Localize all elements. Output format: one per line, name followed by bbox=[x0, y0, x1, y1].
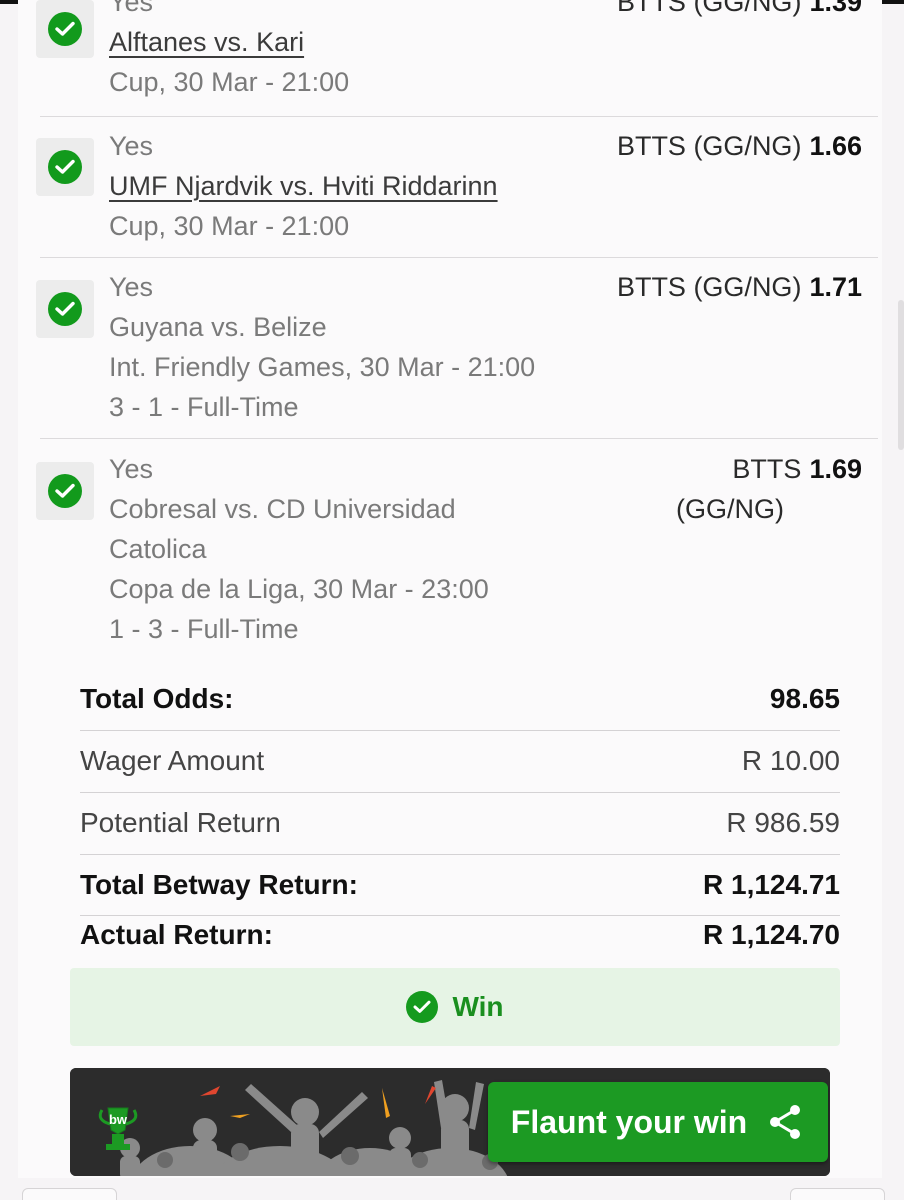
leg-match-link[interactable]: Alftanes vs. Kari bbox=[109, 27, 304, 57]
win-label: Win bbox=[452, 991, 504, 1022]
leg-status-badge bbox=[36, 462, 94, 520]
check-circle-icon bbox=[48, 150, 82, 184]
leg-selection: Yes bbox=[109, 0, 154, 17]
bottom-control-right[interactable] bbox=[790, 1188, 885, 1200]
total-odds-label: Total Odds: bbox=[80, 683, 234, 714]
market-name: BTTS (GG/NG) bbox=[616, 131, 802, 161]
leg-score: 1 - 3 - Full-Time bbox=[109, 614, 299, 644]
leg-market: BTTS (GG/NG) 1.39 bbox=[617, 0, 862, 22]
total-odds-row: Total Odds: 98.65 bbox=[80, 668, 840, 730]
share-icon bbox=[770, 1105, 801, 1139]
win-status-box: Win bbox=[70, 968, 840, 1046]
leg-status-badge bbox=[36, 138, 94, 196]
leg-match: Guyana vs. Belize bbox=[109, 312, 327, 342]
potential-return-row: Potential Return R 986.59 bbox=[80, 792, 840, 854]
leg-competition: Copa de la Liga, 30 Mar - 23:00 bbox=[109, 574, 489, 604]
betway-return-label: Total Betway Return: bbox=[80, 869, 358, 900]
leg-market: BTTS (GG/NG) 1.71 bbox=[617, 267, 862, 307]
flaunt-button-label: Flaunt your win bbox=[510, 1103, 748, 1140]
actual-return-value: R 1,124.70 bbox=[703, 919, 840, 950]
market-name-continued: (GG/NG) bbox=[676, 494, 784, 524]
check-circle-icon bbox=[406, 991, 439, 1023]
leg-market: BTTS 1.69 (GG/NG) bbox=[672, 449, 862, 529]
scrollbar-thumb[interactable] bbox=[898, 300, 904, 450]
leg-score: 3 - 1 - Full-Time bbox=[109, 392, 299, 422]
wager-value: R 10.00 bbox=[741, 745, 840, 776]
leg-odds: 1.66 bbox=[809, 131, 862, 161]
leg-market: BTTS (GG/NG) 1.66 bbox=[617, 126, 862, 166]
market-name: BTTS bbox=[732, 454, 802, 484]
potential-return-label: Potential Return bbox=[80, 807, 281, 838]
market-name: BTTS (GG/NG) bbox=[616, 0, 802, 17]
wager-label: Wager Amount bbox=[80, 745, 265, 776]
leg-details: Yes UMF Njardvik vs. Hviti Riddarinn Cup… bbox=[109, 126, 498, 246]
leg-details: Yes Guyana vs. Belize Int. Friendly Game… bbox=[109, 267, 535, 427]
leg-status-badge bbox=[36, 0, 94, 58]
total-odds-value: 98.65 bbox=[769, 683, 840, 714]
leg-status-badge bbox=[36, 280, 94, 338]
wager-row: Wager Amount R 10.00 bbox=[80, 730, 840, 792]
leg-odds: 1.39 bbox=[809, 0, 862, 17]
leg-selection: Yes bbox=[109, 131, 154, 161]
check-circle-icon bbox=[48, 474, 82, 508]
leg-match-link[interactable]: UMF Njardvik vs. Hviti Riddarinn bbox=[109, 171, 498, 201]
actual-return-label: Actual Return: bbox=[80, 919, 273, 950]
check-circle-icon bbox=[48, 292, 82, 326]
leg-match-continued: Catolica bbox=[109, 534, 207, 564]
leg-divider bbox=[40, 438, 878, 439]
flaunt-your-win-button[interactable]: Flaunt your win bbox=[488, 1082, 828, 1162]
leg-details: Yes Cobresal vs. CD Universidad Catolica… bbox=[109, 449, 489, 649]
bottom-control-left[interactable] bbox=[22, 1188, 117, 1200]
betway-return-value: R 1,124.71 bbox=[703, 869, 840, 900]
leg-odds: 1.69 bbox=[809, 454, 862, 484]
bet-slip-card: Yes Alftanes vs. Kari Cup, 30 Mar - 21:0… bbox=[18, 0, 882, 1178]
leg-details: Yes Alftanes vs. Kari Cup, 30 Mar - 21:0… bbox=[109, 0, 349, 102]
leg-selection: Yes bbox=[109, 272, 154, 302]
leg-competition: Cup, 30 Mar - 21:00 bbox=[109, 211, 350, 241]
market-name: BTTS (GG/NG) bbox=[616, 272, 802, 302]
betway-logo-text: bw bbox=[109, 1112, 128, 1127]
leg-divider bbox=[40, 257, 878, 258]
leg-match: Cobresal vs. CD Universidad bbox=[109, 494, 456, 524]
leg-odds: 1.71 bbox=[809, 272, 862, 302]
check-circle-icon bbox=[48, 12, 82, 46]
leg-competition: Cup, 30 Mar - 21:00 bbox=[109, 67, 350, 97]
leg-competition: Int. Friendly Games, 30 Mar - 21:00 bbox=[109, 352, 536, 382]
potential-return-value: R 986.59 bbox=[726, 807, 840, 838]
actual-return-row: Actual Return: R 1,124.70 bbox=[80, 906, 840, 964]
flaunt-banner[interactable]: bw Flaunt your win bbox=[70, 1068, 830, 1176]
leg-divider bbox=[40, 116, 878, 117]
leg-selection: Yes bbox=[109, 454, 154, 484]
